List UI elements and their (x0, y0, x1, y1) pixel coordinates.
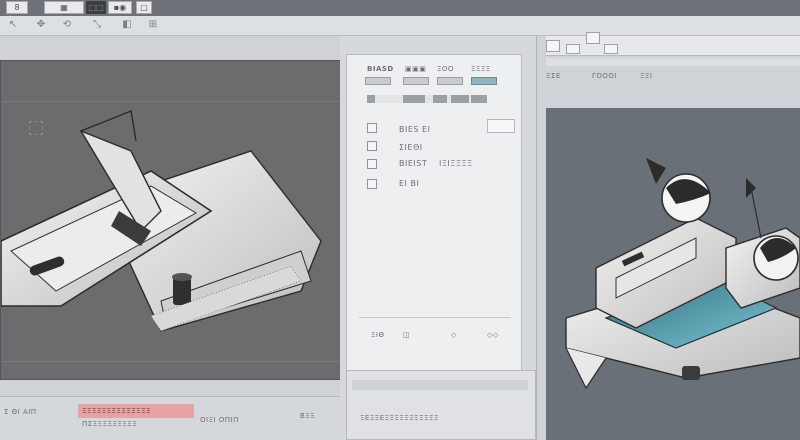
status-label-1: Σ ΘΙ ΑΙΠ (4, 408, 37, 416)
panel-chip-row-swatch-3[interactable] (433, 95, 447, 103)
right-tab-label-3[interactable]: ΞΞΙ (640, 72, 652, 80)
panel-footer-label-4: ◇◇ (487, 331, 499, 339)
panel-chip-row-swatch-1[interactable] (367, 95, 375, 103)
row-icon-2[interactable] (367, 141, 377, 151)
status-label-4: ΒΞΞ (300, 412, 316, 420)
row-icon-3[interactable] (367, 159, 377, 169)
right-tab-label-1[interactable]: ΞΣΕ (546, 72, 561, 80)
row-icon-4[interactable] (367, 179, 377, 189)
top-tab-2[interactable]: ▦ (44, 1, 84, 14)
scale-icon[interactable]: ⤡ (90, 18, 104, 32)
device-model-right (565, 158, 800, 390)
right-panel-icon-2[interactable] (566, 44, 580, 54)
bottom-center-toolbar (352, 380, 528, 390)
panel-header-label-3: ΞΟΟ (437, 65, 454, 73)
bottom-status-bar (0, 396, 340, 440)
panel-header-label-1: BIASD (367, 65, 394, 73)
property-row-label-1: BIES EI (399, 125, 431, 134)
viewport-left[interactable] (0, 60, 346, 380)
top-tab-label: ▦ (60, 3, 68, 12)
panel-footer-label-1: ΞΙΘ (371, 331, 385, 339)
top-tab-label: □ (140, 3, 148, 12)
panel-divider (359, 317, 511, 318)
top-tab-4[interactable]: ▪◉ (108, 1, 132, 14)
panel-chip-4[interactable] (471, 77, 497, 85)
panel-chip-2[interactable] (403, 77, 429, 85)
grid-icon[interactable]: ⊞ (146, 18, 160, 32)
right-panel-subheader (546, 58, 800, 66)
panel-chip-1[interactable] (365, 77, 391, 85)
top-tab-label: ⬚⬚ (88, 3, 104, 12)
status-label-3: ΟΙΞΙ ΟΠΙΠ (200, 416, 239, 424)
status-highlight-label: ΞΞΞΞΞΞΞΞΞΞΞΞΞΞ (82, 407, 151, 415)
viewport-header (0, 36, 346, 60)
properties-panel: BIASD ▣▣▣ ΞΟΟ ΞΞΞΞ BIES EI ΣΙΕΘΙ BIEIST … (346, 54, 522, 372)
rotate-icon[interactable]: ⟲ (60, 18, 74, 32)
bottom-center-label: ΞΕΞΞΕΞΞΞΞΞΞΞΞΞΞΞ (360, 414, 439, 422)
view-icon[interactable]: ◧ (120, 18, 134, 32)
top-tab-3[interactable]: ⬚⬚ (86, 1, 106, 14)
top-tab-1[interactable]: 8 (6, 1, 28, 14)
panel-header-label-4: ΞΞΞΞ (471, 65, 491, 73)
panel-chip-row-swatch-5[interactable] (471, 95, 487, 103)
device-model-left (1, 110, 322, 332)
viewport-right[interactable] (546, 108, 800, 440)
property-row-label-4: EI BI (399, 179, 420, 188)
panel-footer-label-2: ◫ (403, 331, 411, 339)
panel-chip-3[interactable] (437, 77, 463, 85)
panel-footer-label-3: ◇ (451, 331, 457, 339)
right-panel-icon-3[interactable] (586, 32, 600, 44)
right-tab-label-2[interactable]: ΓΟΟΟΙ (592, 72, 617, 80)
property-side-label: ΙΞΙΞΞΞΞ (439, 159, 473, 168)
property-row-label-2: ΣΙΕΘΙ (399, 143, 423, 152)
row-icon-1[interactable] (367, 123, 377, 133)
panel-chip-row-swatch-4[interactable] (451, 95, 469, 103)
right-panel-icon-1[interactable] (546, 40, 560, 52)
right-panel-header (546, 36, 800, 56)
top-tab-5[interactable]: □ (136, 1, 152, 14)
panel-chip-row (367, 95, 487, 103)
panel-chip-row-swatch-2[interactable] (403, 95, 425, 103)
right-panel-icon-4[interactable] (604, 44, 618, 54)
property-row-value-field[interactable] (487, 119, 515, 133)
panel-header-label-2: ▣▣▣ (405, 65, 427, 73)
top-tab-label: 8 (14, 3, 20, 12)
grid-line (1, 361, 345, 362)
top-tab-label: ▪◉ (113, 3, 127, 12)
cursor-icon[interactable]: ↖ (6, 18, 20, 32)
status-label-2: ΠΣΞΞΞΞΞΞΞΞΞ (82, 420, 137, 428)
move-icon[interactable]: ✥ (34, 18, 48, 32)
property-row-label-3: BIEIST (399, 159, 428, 168)
